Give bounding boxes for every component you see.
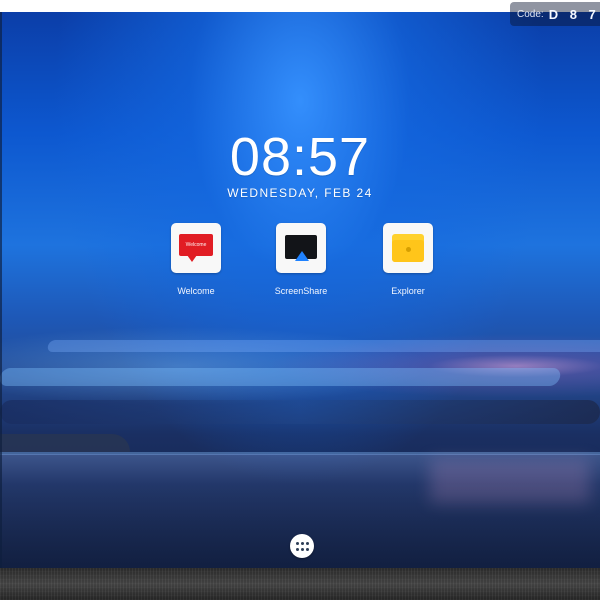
app-drawer-button[interactable] [290,534,314,558]
home-app-row: Welcome Welcome ScreenShare Explorer [170,223,436,303]
cloud-band [0,368,562,386]
explorer-app-label: Explorer [391,286,425,296]
app-drawer-icon [295,541,309,551]
screenshare-app-label: ScreenShare [274,286,328,296]
code-value: D 8 7 5 [548,6,600,22]
clock-date: WEDNESDAY, FEB 24 [227,186,373,200]
screenshare-app[interactable]: ScreenShare [266,223,336,303]
message-tail-icon [187,255,197,262]
water-pink-reflection [430,459,590,503]
horizon-mountain [0,434,130,452]
drawer-dot [305,541,309,545]
clock-widget: 08:57 WEDNESDAY, FEB 24 [0,130,600,200]
welcome-icon-text: Welcome [185,242,207,248]
screenshare-app-tile[interactable] [276,223,326,273]
welcome-app-tile[interactable]: Welcome [171,223,221,273]
drawer-dot [295,541,299,545]
code-label: Code: [517,8,544,20]
speaker-grille [0,568,600,600]
screen-left-edge [0,12,2,568]
drawer-dot [305,547,309,551]
drawer-dot [295,547,299,551]
explorer-app[interactable]: Explorer [373,223,443,303]
android-home-screen: Code: D 8 7 5 08:57 WEDNESDAY, FEB 24 We… [0,0,600,600]
drawer-dot [300,547,304,551]
cloud-band [46,340,600,352]
welcome-message-icon: Welcome [179,234,213,256]
explorer-app-tile[interactable] [383,223,433,273]
connection-code-badge: Code: D 8 7 5 [510,2,600,26]
folder-dot-icon [406,247,411,252]
share-arrow-icon [295,251,309,261]
welcome-app[interactable]: Welcome Welcome [161,223,231,303]
welcome-app-label: Welcome [177,286,215,296]
cloud-band [0,400,600,424]
drawer-dot [300,541,304,545]
clock-time: 08:57 [229,127,371,187]
